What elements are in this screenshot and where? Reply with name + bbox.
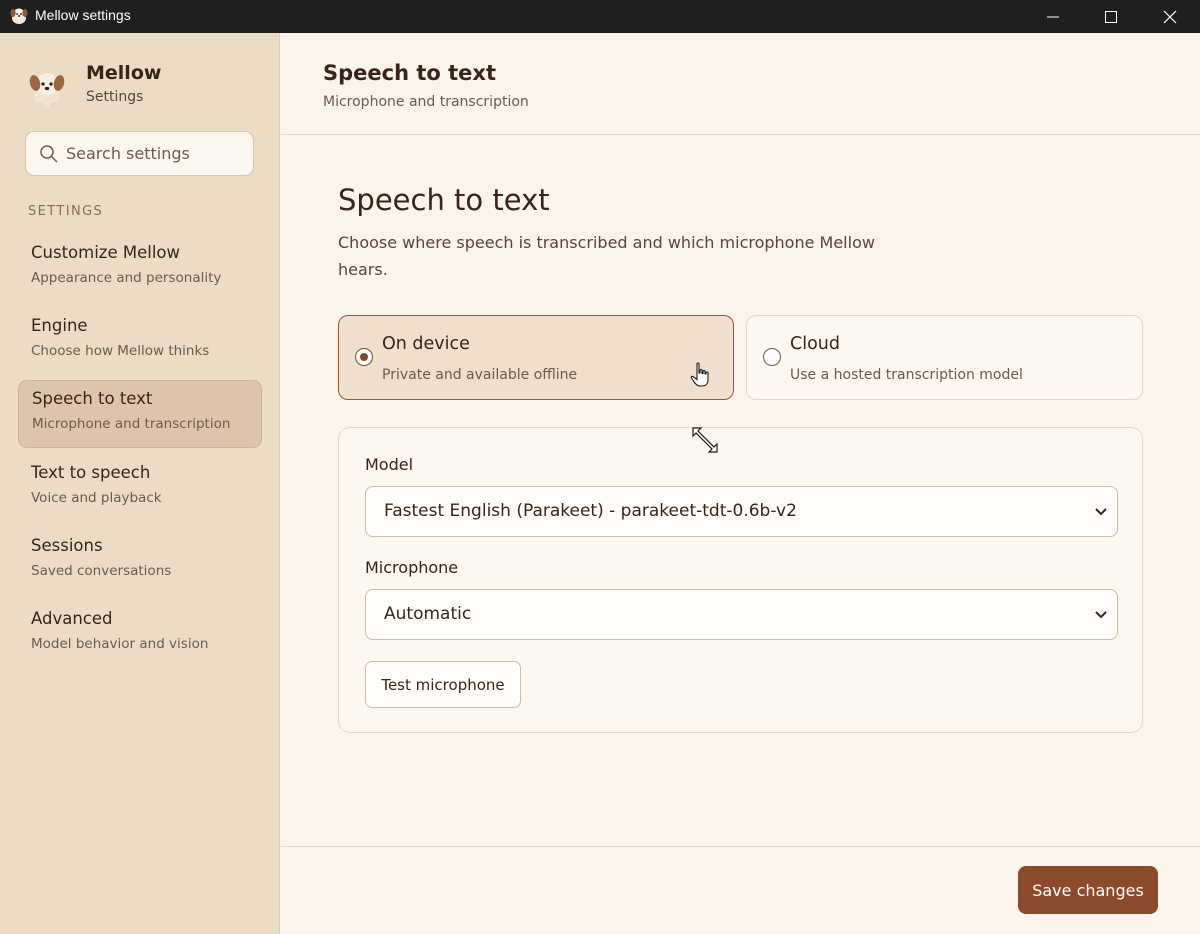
sidebar-item-text-to-speech[interactable]: Text to speech Voice and playback bbox=[18, 455, 262, 523]
sidebar-item-sessions[interactable]: Sessions Saved conversations bbox=[18, 528, 262, 596]
chevron-down-icon bbox=[1095, 611, 1107, 619]
brand-subtitle: Settings bbox=[86, 89, 144, 105]
model-select-value: Fastest English (Parakeet) - parakeet-td… bbox=[384, 501, 797, 521]
microphone-label: Microphone bbox=[365, 558, 459, 577]
save-changes-button[interactable]: Save changes bbox=[1018, 866, 1158, 914]
model-label: Model bbox=[365, 455, 414, 474]
option-title: Cloud bbox=[790, 334, 840, 354]
microphone-select-value: Automatic bbox=[384, 604, 472, 624]
test-microphone-button[interactable]: Test microphone bbox=[365, 661, 521, 708]
sidebar-item-title: Customize Mellow bbox=[31, 243, 180, 262]
title-bar: Mellow settings bbox=[0, 0, 1200, 33]
page-title: Speech to text bbox=[323, 61, 496, 85]
sidebar-item-advanced[interactable]: Advanced Model behavior and vision bbox=[18, 601, 262, 669]
search-icon bbox=[40, 145, 58, 163]
option-cloud[interactable]: Cloud Use a hosted transcription model bbox=[746, 315, 1143, 400]
page-subtitle: Microphone and transcription bbox=[323, 94, 529, 110]
minimize-button[interactable] bbox=[1024, 0, 1082, 33]
sidebar-item-desc: Appearance and personality bbox=[31, 270, 222, 286]
move-cursor-icon bbox=[692, 427, 718, 453]
page-header: Speech to text Microphone and transcript… bbox=[281, 33, 1200, 135]
radio-cloud[interactable] bbox=[763, 348, 781, 366]
footer-divider bbox=[281, 846, 1200, 847]
sidebar-item-title: Engine bbox=[31, 316, 88, 335]
chevron-down-icon bbox=[1095, 508, 1107, 516]
sidebar-item-speech-to-text[interactable]: Speech to text Microphone and transcript… bbox=[18, 380, 262, 448]
sidebar-item-title: Speech to text bbox=[32, 389, 153, 408]
option-desc: Use a hosted transcription model bbox=[790, 367, 1023, 383]
section-label: SETTINGS bbox=[28, 204, 104, 219]
sidebar: Mellow Settings SETTINGS Customize Mello… bbox=[0, 33, 280, 934]
sidebar-item-engine[interactable]: Engine Choose how Mellow thinks bbox=[18, 308, 262, 376]
sidebar-item-title: Sessions bbox=[31, 536, 103, 555]
maximize-button[interactable] bbox=[1082, 0, 1140, 33]
sidebar-item-desc: Saved conversations bbox=[31, 563, 172, 579]
section-title: Speech to text bbox=[338, 183, 550, 217]
maximize-icon bbox=[1105, 10, 1117, 23]
window-title: Mellow settings bbox=[35, 7, 131, 23]
settings-card: Model Fastest English (Parakeet) - parak… bbox=[338, 427, 1143, 733]
sidebar-item-desc: Choose how Mellow thinks bbox=[31, 343, 210, 359]
puppy-app-icon bbox=[10, 8, 28, 24]
hand-pointer-cursor-icon bbox=[690, 362, 709, 387]
option-title: On device bbox=[382, 334, 470, 354]
radio-on-device[interactable] bbox=[355, 348, 373, 366]
sidebar-item-desc: Voice and playback bbox=[31, 490, 162, 506]
model-select[interactable]: Fastest English (Parakeet) - parakeet-td… bbox=[365, 486, 1118, 537]
search-input[interactable] bbox=[66, 136, 246, 171]
microphone-select[interactable]: Automatic bbox=[365, 589, 1118, 640]
close-icon bbox=[1163, 10, 1177, 23]
search-box[interactable] bbox=[25, 131, 254, 176]
mellow-logo bbox=[29, 73, 65, 108]
option-desc: Private and available offline bbox=[382, 367, 578, 383]
minimize-icon bbox=[1047, 16, 1059, 17]
close-button[interactable] bbox=[1141, 0, 1199, 33]
section-description: Choose where speech is transcribed and w… bbox=[338, 233, 875, 279]
sidebar-item-desc: Model behavior and vision bbox=[31, 636, 209, 652]
option-on-device[interactable]: On device Private and available offline bbox=[338, 315, 734, 400]
brand-name: Mellow bbox=[86, 62, 162, 84]
sidebar-item-title: Advanced bbox=[31, 609, 113, 628]
sidebar-item-customize[interactable]: Customize Mellow Appearance and personal… bbox=[18, 235, 262, 303]
sidebar-item-title: Text to speech bbox=[31, 463, 151, 482]
sidebar-item-desc: Microphone and transcription bbox=[32, 416, 231, 432]
